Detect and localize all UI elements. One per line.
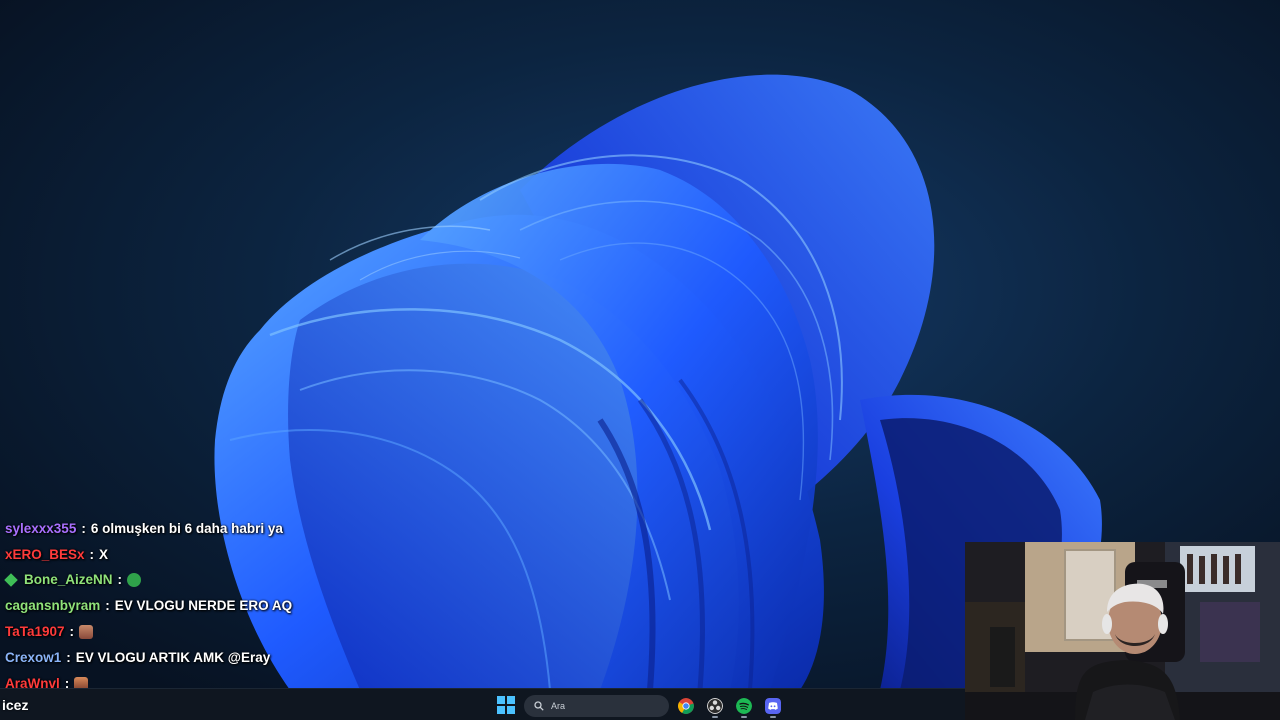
green-diamond-badge-icon	[4, 573, 18, 588]
chat-username: xERO_BESx	[5, 546, 85, 562]
chat-username: Crexow1	[5, 649, 62, 665]
chat-separator: :	[105, 598, 110, 614]
chat-separator: :	[89, 546, 95, 562]
chat-username: sylexxx355	[5, 520, 77, 536]
green-emote-icon	[127, 573, 142, 588]
taskbar-search[interactable]: Ara	[524, 695, 669, 717]
running-indicator	[770, 716, 776, 718]
chat-text: 6 olmuşken bi 6 daha habri ya	[90, 520, 283, 536]
chat-message: sylexxx355 : 6 olmuşken bi 6 daha habri …	[0, 516, 520, 542]
chat-separator: :	[69, 624, 75, 640]
desktop: sylexxx355 : 6 olmuşken bi 6 daha habri …	[0, 0, 1280, 720]
chat-text: EV VLOGU NERDE ERO AQ	[114, 598, 293, 614]
chat-message: Bone_AizeNN :	[0, 568, 520, 594]
chat-text: X	[99, 546, 109, 562]
chrome-icon[interactable]	[678, 698, 694, 714]
search-placeholder: Ara	[551, 701, 566, 711]
chat-message: Crexow1 : EV VLOGU ARTIK AMK @Eray	[0, 645, 520, 671]
search-icon	[534, 701, 544, 711]
chat-overlay: sylexxx355 : 6 olmuşken bi 6 daha habri …	[0, 516, 520, 697]
webcam-feed	[965, 542, 1280, 720]
chat-username: cagansnbyram	[5, 598, 101, 614]
chat-input-text: icez	[2, 697, 29, 713]
chat-text: EV VLOGU ARTIK AMK @Eray	[75, 649, 271, 665]
obs-icon[interactable]	[707, 698, 723, 714]
chat-message: cagansnbyram : EV VLOGU NERDE ERO AQ	[0, 593, 520, 619]
windows-start-icon[interactable]	[497, 696, 515, 714]
discord-icon[interactable]	[765, 698, 781, 714]
hand-emote-icon	[79, 625, 94, 640]
chat-separator: :	[81, 520, 86, 536]
chat-separator: :	[117, 572, 123, 588]
running-indicator	[712, 716, 718, 718]
chat-username: TaTa1907	[5, 624, 65, 640]
taskbar: icez Ara	[0, 688, 965, 720]
running-indicator	[741, 716, 747, 718]
chat-separator: :	[66, 649, 71, 665]
chat-message: xERO_BESx : X	[0, 542, 520, 568]
spotify-icon[interactable]	[736, 698, 752, 714]
chat-username: Bone_AizeNN	[24, 572, 113, 588]
chat-message: TaTa1907 :	[0, 619, 520, 645]
